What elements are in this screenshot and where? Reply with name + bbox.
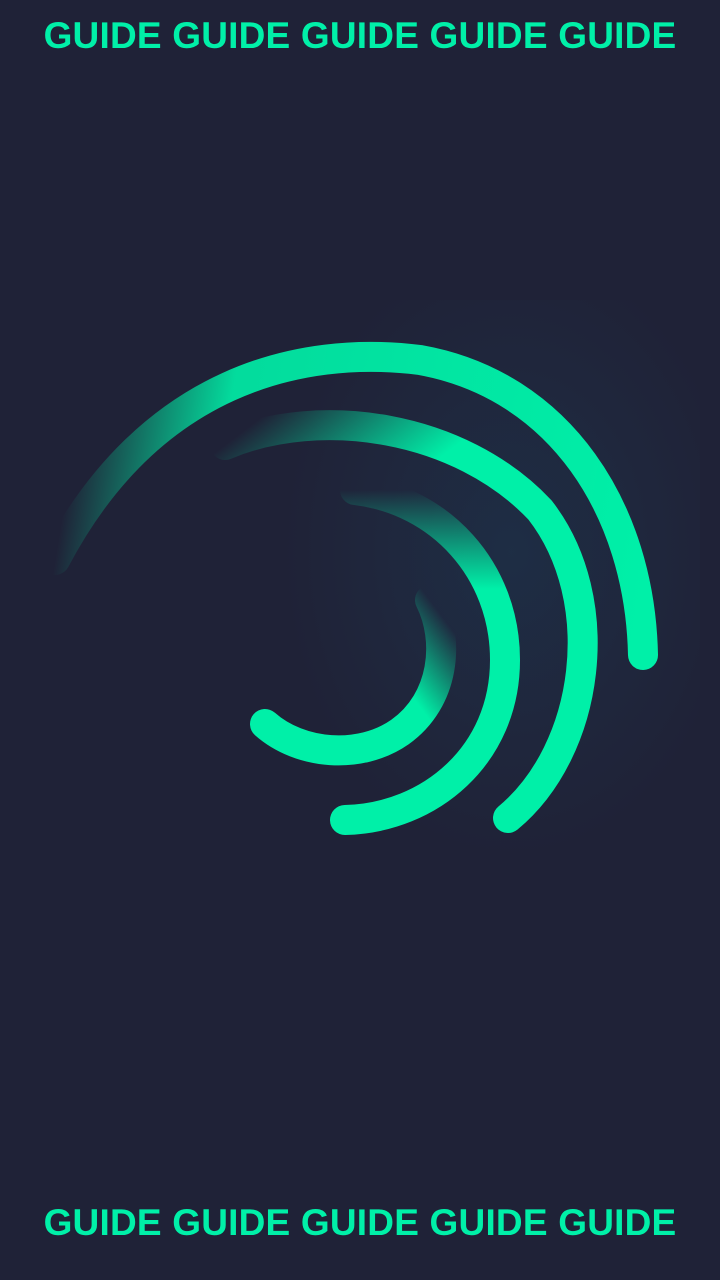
swirl-arcs-logo-icon [40,341,658,835]
logo-arc-second [210,410,598,833]
logo-arc-third [330,475,521,835]
bottom-banner-text: GUIDE GUIDE GUIDE GUIDE GUIDE [43,1202,677,1243]
splash-screen: GUIDE GUIDE GUIDE GUIDE GUIDE GUIDE GUID… [0,0,720,1280]
logo-arc-inner [250,585,457,766]
